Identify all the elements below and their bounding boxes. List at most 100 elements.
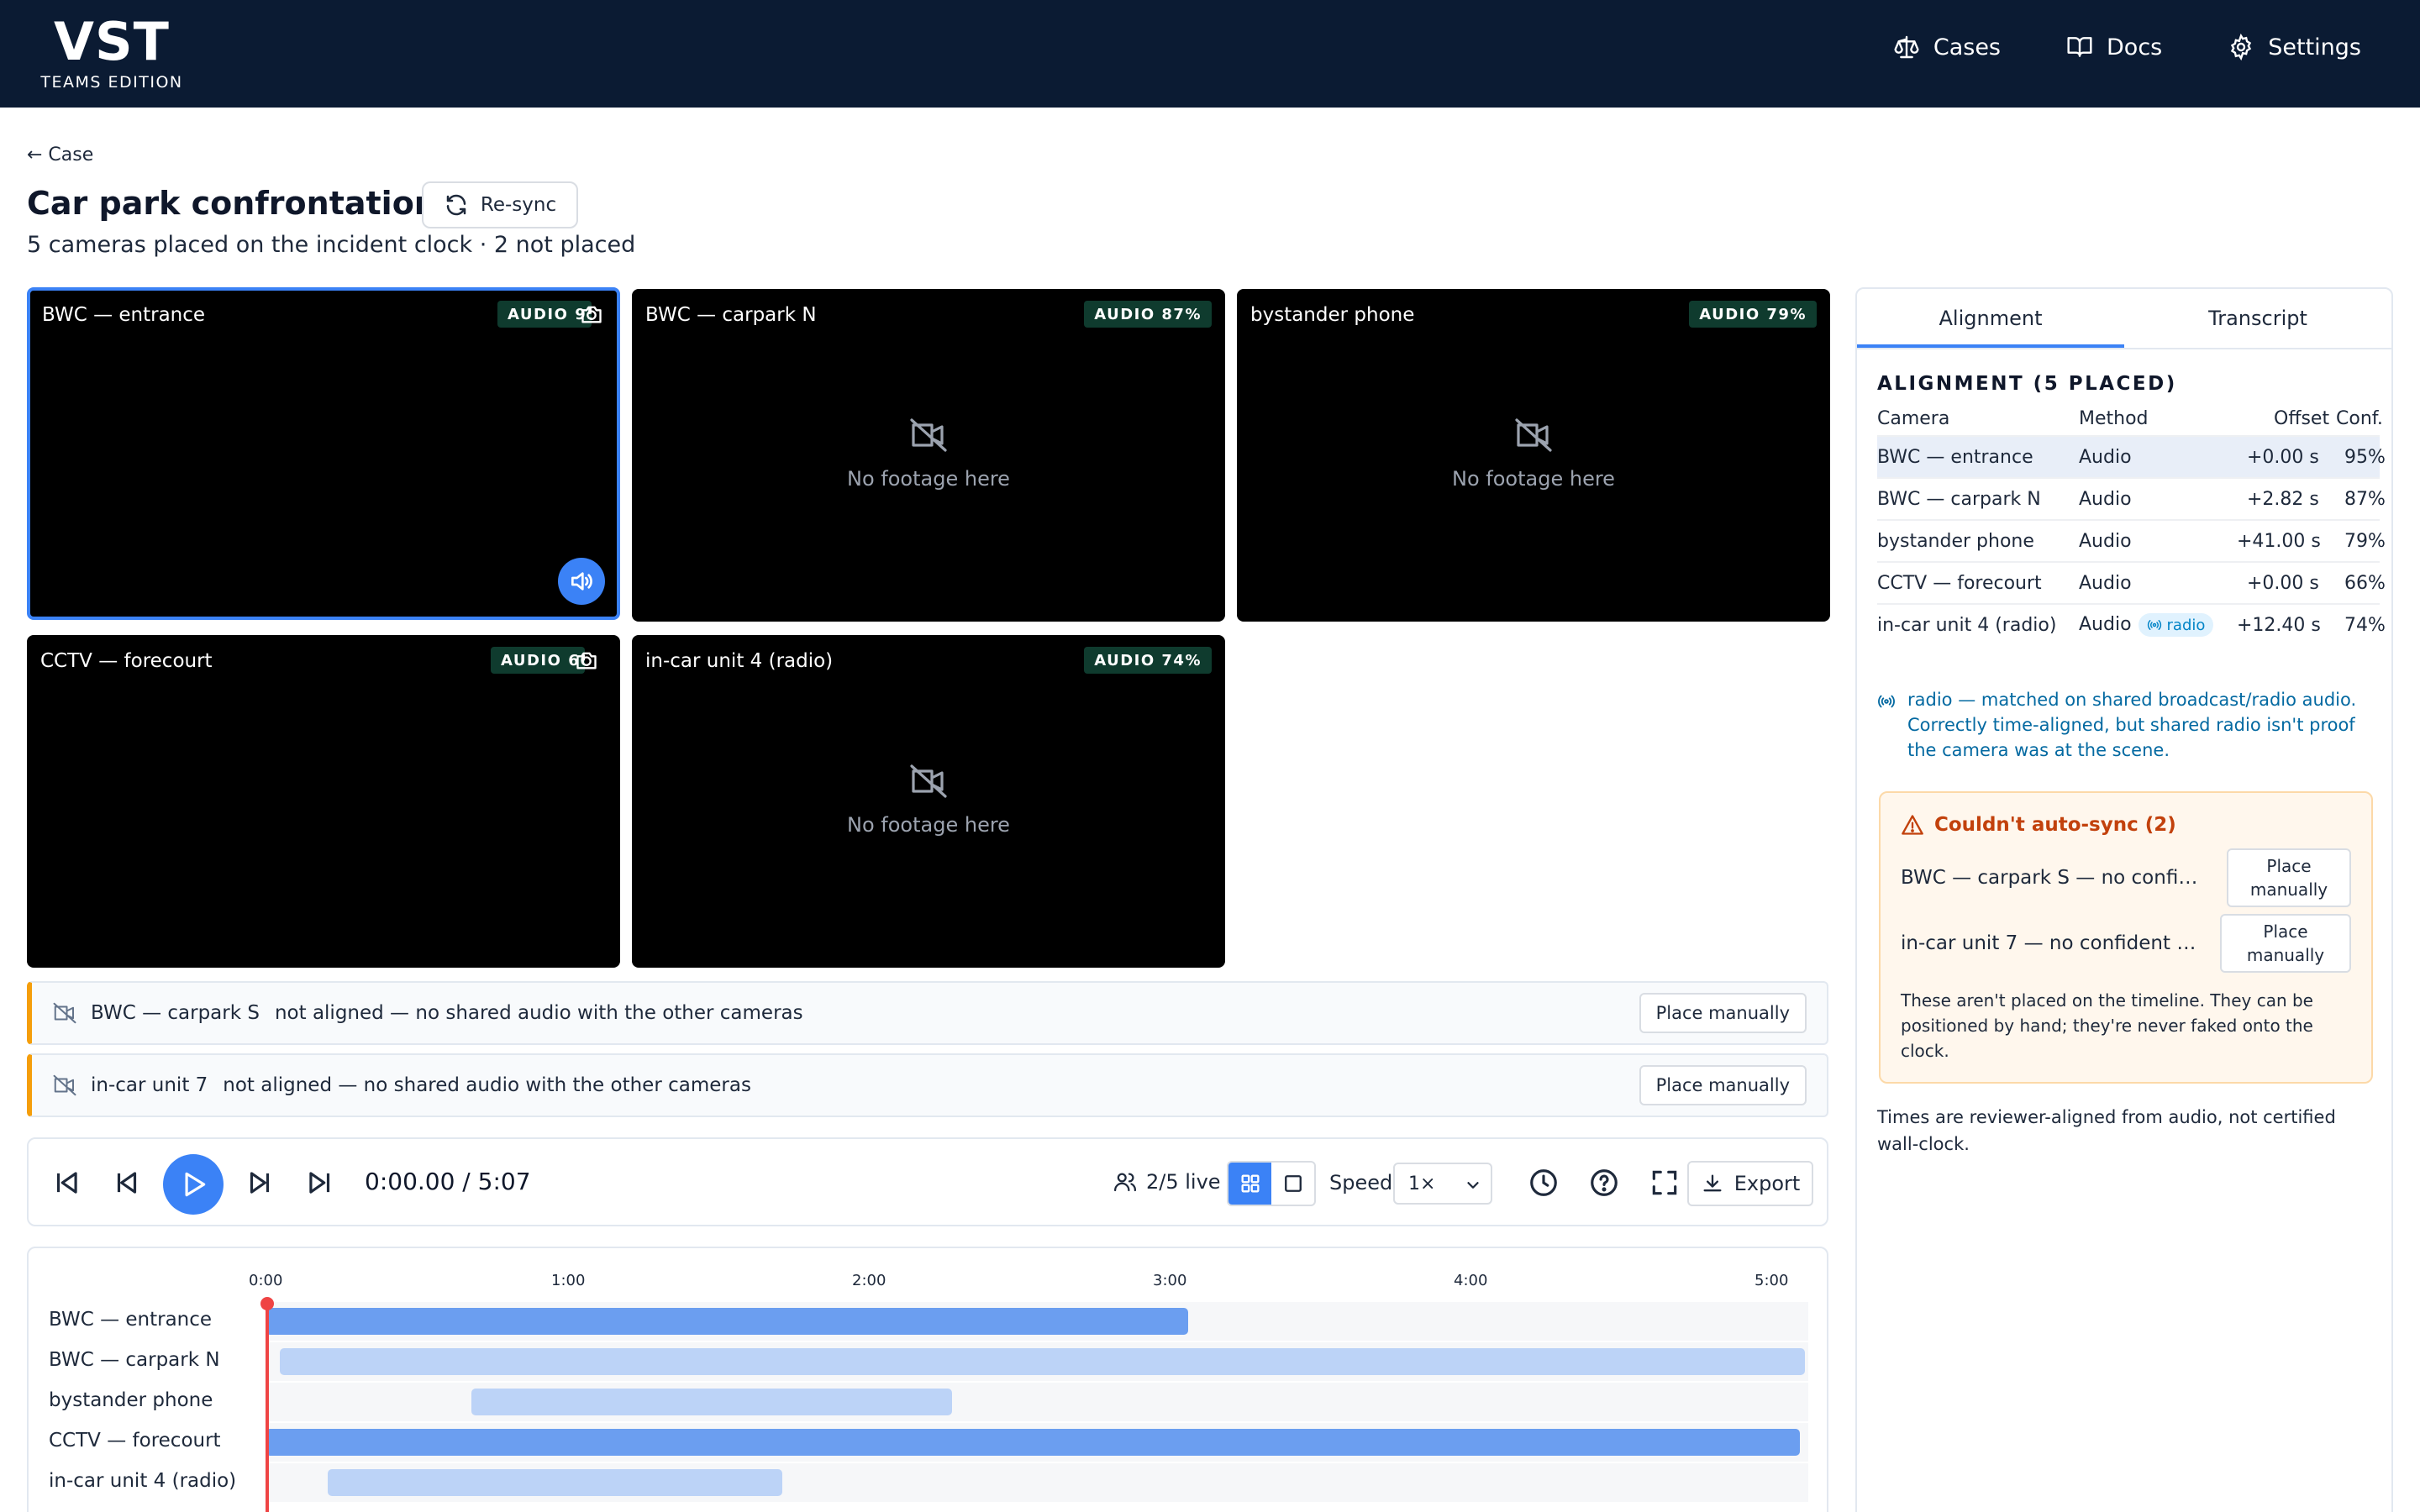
snapshot-camera-icon[interactable]	[575, 648, 598, 672]
video-tile-bwc-entrance[interactable]: BWC — entrance AUDIO 95%	[27, 287, 620, 620]
col-header-camera: Camera	[1877, 408, 1950, 429]
nav-docs-label: Docs	[2107, 34, 2163, 60]
skip-to-end-icon[interactable]	[304, 1167, 336, 1199]
clock-icon[interactable]	[1528, 1167, 1560, 1199]
place-manually-button[interactable]: Place manually	[2220, 914, 2351, 973]
nav-settings[interactable]: Settings	[2228, 34, 2361, 60]
play-icon	[185, 1172, 206, 1197]
nav-settings-label: Settings	[2268, 34, 2361, 60]
col-header-method: Method	[2079, 408, 2149, 429]
unaligned-camera-name: BWC — carpark S	[91, 1002, 260, 1024]
alignment-row[interactable]: BWC — entrance Audio +0.00 s 95%	[1877, 435, 2386, 477]
brand-logo[interactable]: VST TEAMS EDITION	[40, 12, 183, 92]
alignment-row[interactable]: CCTV — forecourt Audio +0.00 s 66%	[1877, 561, 2386, 603]
timeline-lane-label: CCTV — forecourt	[49, 1430, 221, 1452]
timeline-tick: 2:00	[852, 1272, 886, 1289]
row-camera: BWC — entrance	[1877, 447, 2033, 468]
row-offset: +0.00 s	[2247, 447, 2319, 468]
live-count: 2/5 live	[1113, 1169, 1221, 1194]
tab-alignment[interactable]: Alignment	[1857, 289, 2124, 348]
row-offset: +12.40 s	[2237, 615, 2321, 636]
unaligned-row-bwc-carpark-s: BWC — carpark S not aligned — no shared …	[27, 981, 1828, 1045]
sync-timeline[interactable]: 0:00 1:00 2:00 3:00 4:00 5:00 BWC — entr…	[27, 1247, 1828, 1512]
place-manually-button[interactable]: Place manually	[1639, 1065, 1807, 1105]
side-panel: Alignment Transcript ALIGNMENT (5 PLACED…	[1855, 287, 2393, 1512]
row-camera: BWC — carpark N	[1877, 489, 2041, 510]
no-footage-placeholder: No footage here	[632, 761, 1225, 837]
timeline-clip-bar[interactable]	[266, 1429, 1800, 1456]
export-button[interactable]: Export	[1687, 1161, 1813, 1206]
live-count-text: 2/5 live	[1146, 1170, 1221, 1194]
playhead-handle[interactable]	[260, 1297, 274, 1310]
layout-toggle	[1227, 1161, 1316, 1206]
row-conf: 87%	[2344, 489, 2386, 510]
alignment-row[interactable]: in-car unit 4 (radio) Audio radio +12.40 …	[1877, 603, 2386, 645]
play-button[interactable]	[163, 1154, 224, 1215]
place-manually-button[interactable]: Place manually	[2227, 848, 2351, 907]
alignment-row[interactable]: BWC — carpark N Audio +2.82 s 87%	[1877, 477, 2386, 519]
row-camera: CCTV — forecourt	[1877, 573, 2042, 594]
speed-select[interactable]: 1×	[1393, 1163, 1492, 1205]
unaligned-message: not aligned — no shared audio with the o…	[223, 1074, 751, 1096]
timeline-tick: 3:00	[1153, 1272, 1187, 1289]
timeline-tick: 4:00	[1454, 1272, 1488, 1289]
no-footage-text: No footage here	[1452, 467, 1615, 491]
square-icon	[1284, 1175, 1302, 1192]
warning-triangle-icon	[1902, 815, 1923, 835]
tile-camera-name: BWC — entrance	[42, 304, 206, 326]
row-method: Audio radio	[2079, 613, 2214, 637]
help-icon[interactable]	[1588, 1167, 1620, 1199]
skip-to-start-icon[interactable]	[50, 1167, 82, 1199]
users-icon	[1114, 1173, 1137, 1192]
col-header-offset: Offset	[2274, 408, 2330, 429]
speed-value: 1×	[1408, 1173, 1436, 1194]
unsynced-camera-item: BWC — carpark S — no confident shared au…	[1901, 867, 2203, 889]
no-footage-text: No footage here	[847, 813, 1010, 837]
row-method-text: Audio	[2079, 614, 2132, 635]
timeline-clip-bar[interactable]	[279, 1348, 1805, 1375]
timeline-clip-bar[interactable]	[327, 1469, 782, 1496]
nav-cases[interactable]: Cases	[1893, 34, 2001, 60]
audio-toggle-button[interactable]	[558, 558, 605, 605]
tile-camera-name: CCTV — forecourt	[40, 650, 213, 672]
video-tile-bwc-carpark-n[interactable]: BWC — carpark N AUDIO 87% No footage her…	[632, 289, 1225, 622]
place-manually-button[interactable]: Place manually	[1639, 993, 1807, 1033]
video-tile-cctv-forecourt[interactable]: CCTV — forecourt AUDIO 66%	[27, 635, 620, 968]
broadcast-icon	[1878, 695, 1895, 708]
row-offset: +2.82 s	[2247, 489, 2319, 510]
speaker-icon	[571, 572, 592, 591]
video-tile-in-car-unit-4[interactable]: in-car unit 4 (radio) AUDIO 74% No foota…	[632, 635, 1225, 968]
col-header-conf: Conf.	[2336, 408, 2383, 429]
audio-confidence-badge: AUDIO 79%	[1689, 301, 1817, 328]
single-view-button[interactable]	[1271, 1163, 1314, 1205]
step-forward-icon[interactable]	[244, 1167, 276, 1199]
playhead[interactable]	[266, 1302, 269, 1512]
timeline-clip-bar[interactable]	[471, 1389, 953, 1415]
scale-icon	[1894, 35, 1919, 59]
nav-docs[interactable]: Docs	[2066, 34, 2162, 60]
refresh-icon	[446, 194, 466, 216]
row-camera: in-car unit 4 (radio)	[1877, 615, 2057, 636]
step-back-icon[interactable]	[111, 1167, 143, 1199]
grid-icon	[1241, 1174, 1259, 1193]
video-off-icon	[910, 418, 947, 452]
tile-camera-name: BWC — carpark N	[645, 304, 817, 326]
audio-confidence-badge: AUDIO 74%	[1084, 647, 1212, 674]
snapshot-camera-icon[interactable]	[580, 302, 603, 326]
page-title: Car park confrontation	[27, 185, 437, 222]
tab-transcript[interactable]: Transcript	[2124, 289, 2391, 348]
back-to-case-link[interactable]: ← Case	[27, 144, 93, 165]
video-off-icon	[1515, 418, 1552, 452]
video-tile-bystander-phone[interactable]: bystander phone AUDIO 79% No footage her…	[1237, 289, 1830, 622]
grid-view-button[interactable]	[1228, 1163, 1271, 1205]
timeline-tick: 5:00	[1754, 1272, 1789, 1289]
row-conf: 74%	[2344, 615, 2386, 636]
timeline-clip-bar[interactable]	[266, 1308, 1188, 1335]
broadcast-icon	[2147, 620, 2161, 630]
fullscreen-icon[interactable]	[1649, 1167, 1681, 1199]
nav-cases-label: Cases	[1933, 34, 2002, 60]
resync-label: Re-sync	[480, 194, 557, 216]
row-method: Audio	[2079, 447, 2132, 468]
resync-button[interactable]: Re-sync	[422, 181, 578, 228]
alignment-row[interactable]: bystander phone Audio +41.00 s 79%	[1877, 519, 2386, 561]
